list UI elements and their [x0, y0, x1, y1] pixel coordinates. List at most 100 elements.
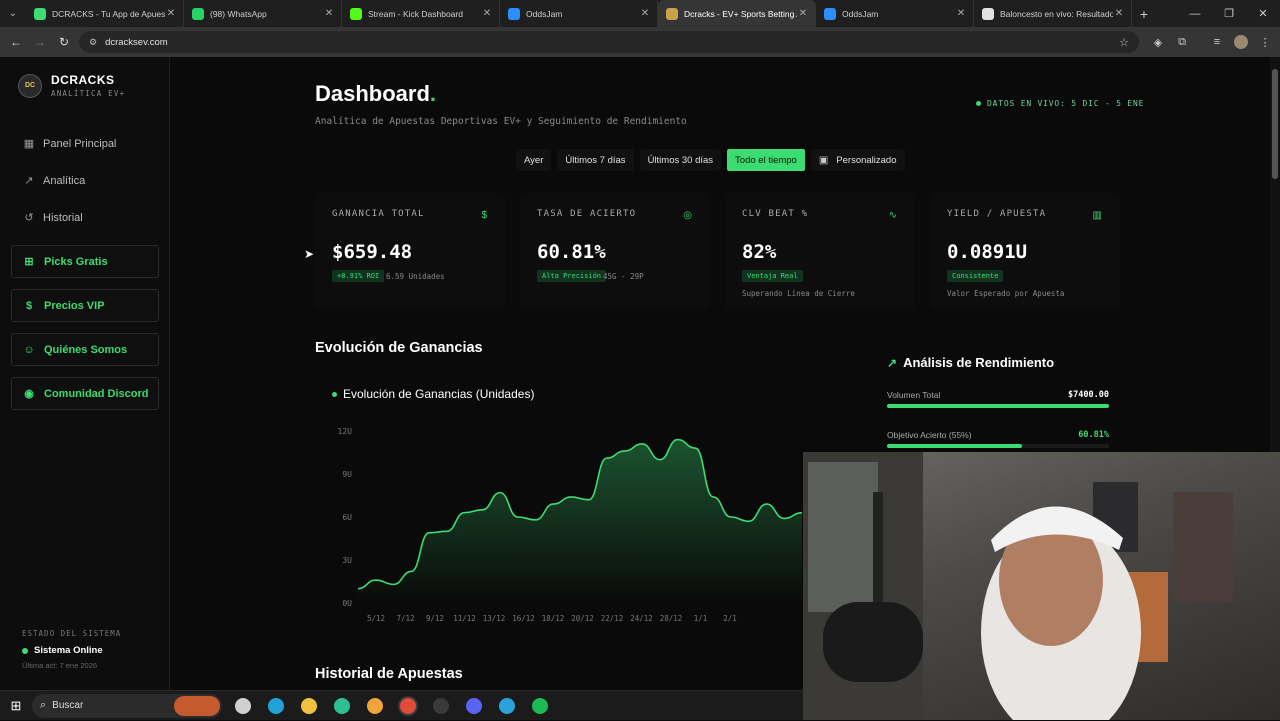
chrome-canary-icon	[366, 697, 383, 714]
page-title-accent: .	[429, 81, 437, 106]
perf-progress-fill	[887, 404, 1109, 408]
free-picks-button[interactable]: ⊞ Picks Gratis	[11, 245, 159, 278]
taskbar-app-task-view[interactable]	[226, 691, 259, 721]
x-tick-label: 7/12	[396, 614, 414, 623]
brand[interactable]: DC DCRACKS ANALÍTICA EV+	[18, 73, 125, 98]
kpi-card-total-profit: GANANCIA TOTAL $ $659.48 +8.91% ROI 6.59…	[315, 193, 505, 309]
chart-legend-dot	[332, 391, 337, 397]
site-info-icon[interactable]: ⚙	[89, 37, 97, 48]
cta-label: Picks Gratis	[44, 255, 108, 268]
tab-search-icon[interactable]: ⌄	[0, 0, 26, 27]
media-icon[interactable]: ≡	[1205, 27, 1229, 57]
kpi-badge: +8.91% ROI	[332, 270, 385, 282]
taskbar-app-edge[interactable]	[259, 691, 292, 721]
bookmark-star-icon[interactable]: ☆	[1119, 36, 1129, 49]
back-icon[interactable]: ←	[4, 27, 28, 57]
filter-last-7-days[interactable]: Últimos 7 días	[557, 149, 634, 171]
browser-menu-icon[interactable]: ⋮	[1253, 27, 1277, 57]
tab-close-icon[interactable]: ✕	[797, 8, 809, 19]
browser-tab[interactable]: DCRACKS - Tu App de Apuestas ✕	[26, 0, 184, 27]
chart-title-text: Evolución de Ganancias (Unidades)	[343, 387, 535, 401]
kpi-description: Superando Línea de Cierre	[742, 289, 855, 298]
browser-tab[interactable]: OddsJam ✕	[500, 0, 658, 27]
flashscore-favicon	[982, 7, 994, 20]
reload-icon[interactable]: ↻	[52, 27, 76, 57]
taskbar-search[interactable]: ⌕ Buscar	[32, 693, 222, 718]
browser-tab[interactable]: OddsJam ✕	[816, 0, 974, 27]
extensions-puzzle-icon[interactable]: ⧉	[1170, 27, 1194, 57]
address-bar[interactable]: ⚙ dcracksev.com ☆	[79, 31, 1139, 53]
poster-left	[808, 462, 878, 612]
filter-last-30-days[interactable]: Últimos 30 días	[639, 149, 722, 171]
browser-tab[interactable]: Dcracks - EV+ Sports Betting A ✕	[658, 0, 816, 27]
grid-icon: ▦	[23, 138, 35, 150]
browser-tab-title: OddsJam	[842, 8, 879, 19]
pulse-icon: ∿	[888, 210, 897, 221]
taskbar-app-obs[interactable]	[424, 691, 457, 721]
new-tab-button[interactable]: +	[1132, 6, 1156, 22]
forward-icon[interactable]: →	[28, 27, 52, 57]
browser-tab-title: Stream - Kick Dashboard	[368, 8, 463, 19]
system-status: Sistema Online	[22, 645, 103, 656]
perf-row-value: 60.81%	[1078, 430, 1109, 440]
sidebar-item-history[interactable]: ↺ Historial	[22, 211, 82, 225]
section-title-history: Historial de Apuestas	[315, 666, 463, 682]
kpi-card-yield: YIELD / APUESTA ▥ 0.0891U Consistente Va…	[930, 193, 1120, 309]
close-window-icon[interactable]: ✕	[1246, 0, 1280, 27]
brand-logo: DC	[18, 73, 42, 98]
profile-avatar[interactable]	[1229, 27, 1253, 57]
discord-icon	[465, 697, 482, 714]
performance-title-text: Análisis de Rendimiento	[903, 355, 1055, 370]
tab-close-icon[interactable]: ✕	[1113, 8, 1125, 19]
tab-close-icon[interactable]: ✕	[955, 8, 967, 19]
cta-label: Comunidad Discord	[44, 387, 149, 400]
sidebar: DC DCRACKS ANALÍTICA EV+ ▦ Panel Princip…	[0, 57, 170, 690]
kpi-label: YIELD / APUESTA	[947, 209, 1047, 219]
x-tick-label: 9/12	[426, 614, 444, 623]
discord-community-button[interactable]: ◉ Comunidad Discord	[11, 377, 159, 410]
oddsjam-favicon	[508, 7, 520, 20]
taskbar-app-edge-dev[interactable]	[325, 691, 358, 721]
y-tick-label: 0U	[342, 599, 352, 608]
bar-chart-favicon	[34, 7, 46, 20]
dollar-icon: $	[481, 210, 487, 221]
tab-close-icon[interactable]: ✕	[639, 8, 651, 19]
x-tick-label: 20/12	[571, 614, 594, 623]
taskbar-app-chrome-canary[interactable]	[358, 691, 391, 721]
browser-toolbar: ← → ↻ ⚙ dcracksev.com ☆ ◈ ⧉ ≡ ⋮	[0, 27, 1280, 57]
taskbar-app-discord[interactable]	[457, 691, 490, 721]
url-text: dcracksev.com	[105, 36, 168, 48]
restore-icon[interactable]: ❐	[1212, 0, 1246, 27]
sidebar-item-panel[interactable]: ▦ Panel Principal	[22, 137, 117, 151]
kpi-badge: Alta Precisión	[537, 270, 607, 282]
search-highlight-image	[174, 695, 220, 716]
tab-close-icon[interactable]: ✕	[481, 8, 493, 19]
vip-prices-button[interactable]: $ Precios VIP	[11, 289, 159, 322]
sidebar-item-analytics[interactable]: ↗ Analítica	[22, 174, 86, 188]
tab-close-icon[interactable]: ✕	[323, 8, 335, 19]
perf-row-volume: Volumen Total $7400.00	[887, 390, 1109, 408]
filter-all-time[interactable]: Todo el tiempo	[727, 149, 805, 171]
windows-start-icon[interactable]: ⊞	[0, 691, 32, 721]
obs-icon	[432, 697, 449, 714]
taskbar-app-spotify[interactable]	[523, 691, 556, 721]
filter-yesterday[interactable]: Ayer	[516, 149, 552, 171]
browser-tab[interactable]: Baloncesto en vivo: Resultados ✕	[974, 0, 1132, 27]
filter-custom[interactable]: ▣ Personalizado	[810, 149, 905, 171]
spotify-icon	[531, 697, 548, 714]
browser-tab[interactable]: Stream - Kick Dashboard ✕	[342, 0, 500, 27]
browser-tab[interactable]: (98) WhatsApp ✕	[184, 0, 342, 27]
about-us-button[interactable]: ☺ Quiénes Somos	[11, 333, 159, 366]
taskbar-app-explorer[interactable]	[292, 691, 325, 721]
tab-close-icon[interactable]: ✕	[165, 8, 177, 19]
extension-icon[interactable]: ◈	[1146, 27, 1170, 57]
minimize-icon[interactable]: —	[1178, 0, 1212, 27]
browser-tab-strip: ⌄ DCRACKS - Tu App de Apuestas ✕ (98) What…	[0, 0, 1280, 27]
taskbar-app-telegram[interactable]	[490, 691, 523, 721]
cta-label: Precios VIP	[44, 299, 105, 312]
bar-chart-icon: ▥	[1092, 210, 1102, 221]
system-last-update: Última act: 7 ene 2026	[22, 661, 98, 670]
taskbar-app-chrome[interactable]	[391, 691, 424, 721]
sidebar-item-label: Analítica	[43, 174, 86, 187]
scrollbar-thumb[interactable]	[1272, 69, 1278, 179]
